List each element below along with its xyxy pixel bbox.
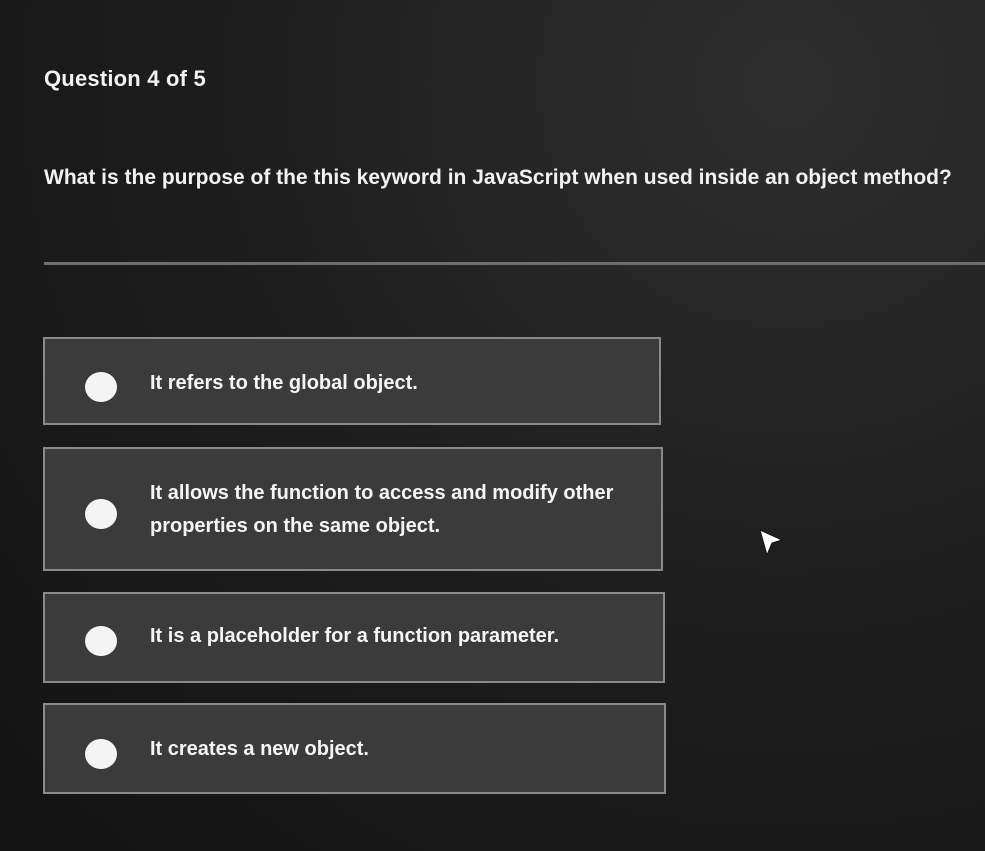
radio-unselected-icon[interactable] [85, 499, 117, 529]
answer-option-3[interactable]: It is a placeholder for a function param… [43, 592, 665, 683]
mouse-pointer-icon [759, 529, 784, 557]
answer-option-label: It allows the function to access and mod… [150, 482, 614, 537]
answer-option-4[interactable]: It creates a new object. [43, 703, 666, 794]
radio-unselected-icon[interactable] [85, 739, 117, 769]
answer-option-label: It is a placeholder for a function param… [150, 625, 559, 647]
radio-unselected-icon[interactable] [85, 372, 117, 402]
answer-option-1[interactable]: It refers to the global object. [43, 337, 661, 425]
answer-option-label: It creates a new object. [150, 738, 369, 760]
answer-option-label: It refers to the global object. [150, 372, 418, 394]
divider [44, 262, 985, 265]
question-text: What is the purpose of the this keyword … [44, 166, 952, 189]
question-counter: Question 4 of 5 [44, 66, 206, 91]
radio-unselected-icon[interactable] [85, 626, 117, 656]
answer-option-2[interactable]: It allows the function to access and mod… [43, 447, 663, 571]
